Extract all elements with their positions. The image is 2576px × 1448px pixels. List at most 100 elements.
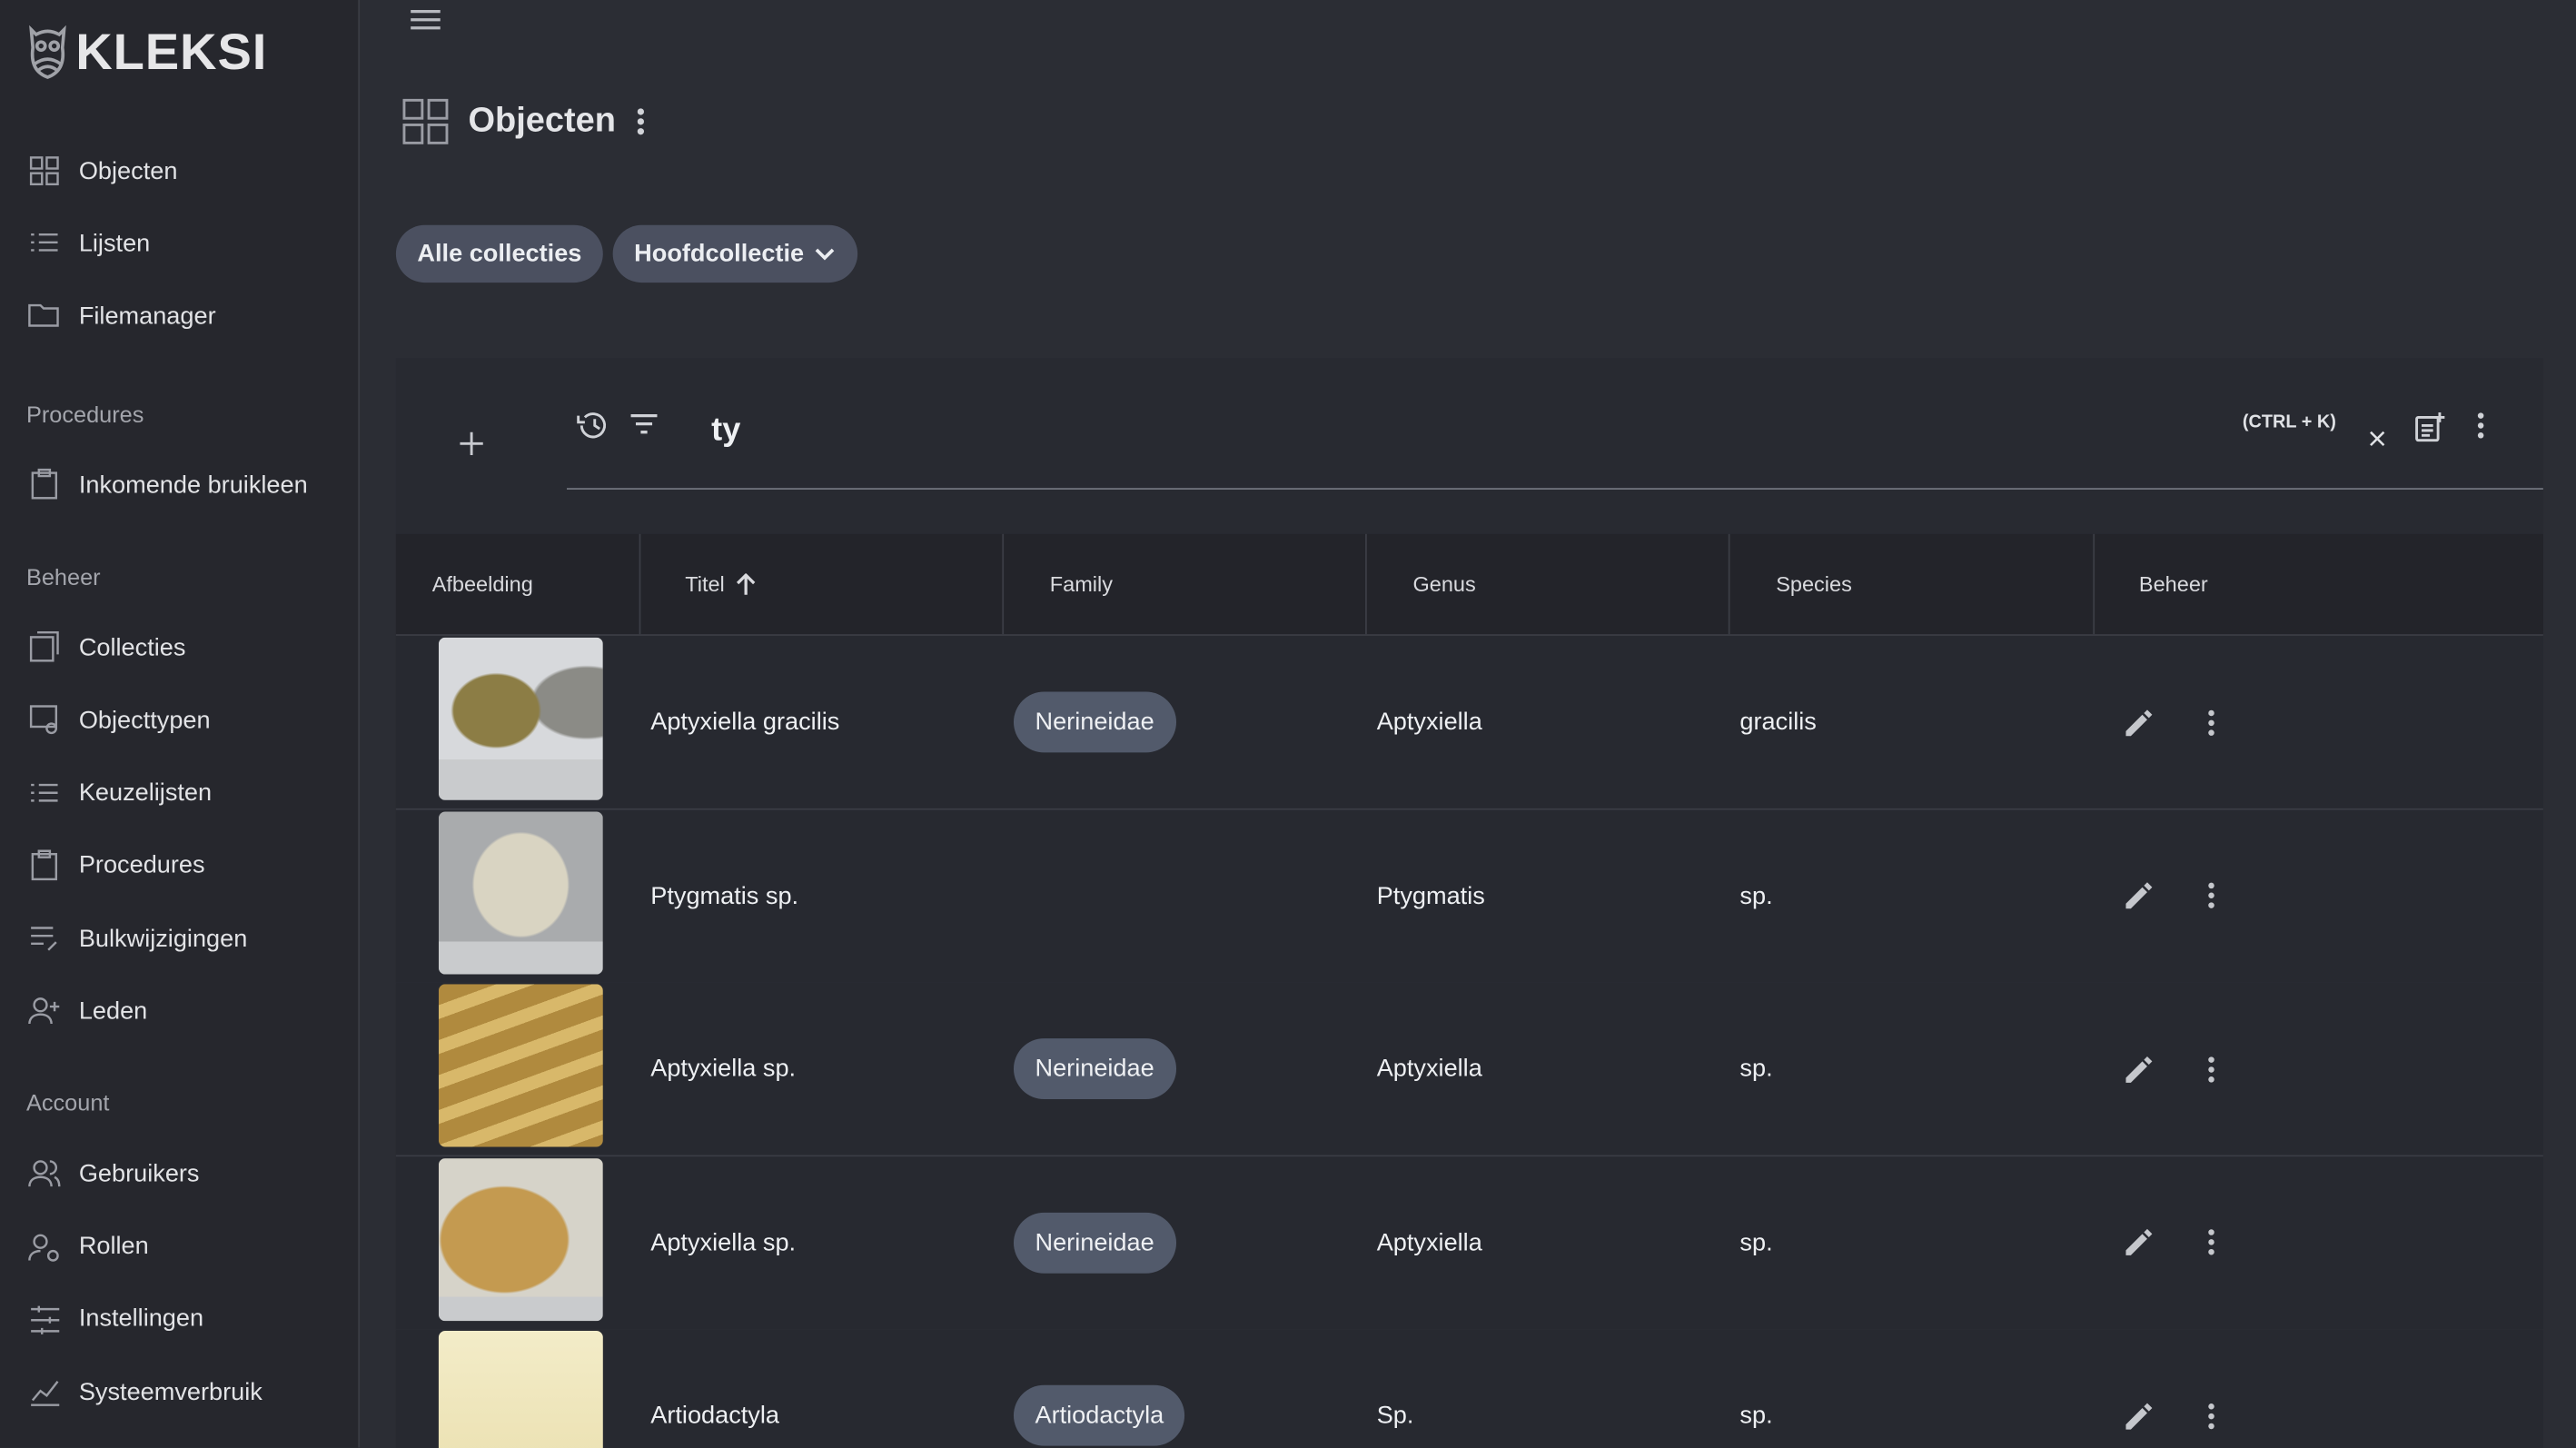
chevron-down-icon (816, 247, 835, 260)
more-options-icon (2208, 1056, 2214, 1082)
sidebar-item-bulkwijzigingen[interactable]: Bulkwijzigingen (26, 920, 247, 957)
logo-text: KLEKSI (75, 23, 268, 81)
column-header-manage: Beheer (2138, 571, 2208, 597)
family-cell: Nerineidae (1013, 983, 1176, 1155)
more-options-icon (2208, 1403, 2214, 1429)
title-cell[interactable]: Aptyxiella sp. (650, 1155, 796, 1328)
sidebar-item-filemanager[interactable]: Filemanager (26, 298, 216, 334)
pencil-icon (2125, 1402, 2153, 1429)
title-cell[interactable]: Aptyxiella sp. (650, 983, 796, 1155)
row-more-button[interactable] (2206, 983, 2216, 1155)
main-content: Objecten Alle collecties Hoofdcollectie … (360, 0, 2576, 1448)
sidebar: KLEKSI Objecten Lijsten Filemanager Procedu… (0, 0, 361, 1448)
table-row[interactable]: Aptyxiella sp. Nerineidae Aptyxiella sp. (395, 1155, 2543, 1331)
clipboard-icon (31, 849, 58, 880)
row-more-button[interactable] (2206, 636, 2216, 808)
genus-cell: Ptygmatis (1376, 881, 1485, 910)
sidebar-item-label: Rollen (78, 1232, 149, 1261)
object-thumbnail[interactable] (438, 1157, 603, 1321)
sidebar-item-systeemverbruik[interactable]: Systeemverbruik (26, 1374, 263, 1410)
more-options-icon[interactable] (636, 107, 646, 137)
sidebar-item-inkomende-bruikleen[interactable]: Inkomende bruikleen (26, 467, 308, 503)
genus-cell: Aptyxiella (1376, 1055, 1482, 1083)
clipboard-icon (31, 468, 58, 500)
sidebar-item-lijsten[interactable]: Lijsten (26, 225, 150, 262)
edit-button[interactable] (2123, 1155, 2155, 1328)
sidebar-item-label: Procedures (78, 851, 205, 880)
sidebar-item-objecten[interactable]: Objecten (26, 153, 177, 189)
object-thumbnail[interactable] (438, 810, 603, 974)
family-chip[interactable]: Nerineidae (1013, 1038, 1176, 1100)
filter-icon[interactable] (629, 412, 659, 435)
sidebar-item-label: Inkomende bruikleen (78, 471, 308, 499)
menu-icon[interactable] (409, 6, 441, 33)
sidebar-item-keuzelijsten[interactable]: Keuzelijsten (26, 775, 212, 811)
edit-button[interactable] (2123, 1329, 2155, 1448)
table-row[interactable]: Aptyxiella sp. Nerineidae Aptyxiella sp. (395, 982, 2543, 1157)
row-more-button[interactable] (2206, 809, 2216, 982)
bulk-edit-icon (31, 927, 57, 951)
family-chip[interactable]: Nerineidae (1013, 691, 1176, 753)
sidebar-item-label: Bulkwijzigingen (78, 924, 248, 953)
page-title: Objecten (468, 102, 617, 140)
table-row[interactable]: Aptyxiella gracilis Nerineidae Aptyxiell… (395, 635, 2543, 810)
sidebar-item-leden[interactable]: Leden (26, 993, 147, 1029)
edit-button[interactable] (2123, 809, 2155, 982)
objects-table-card: (CTRL + K) Afbeelding Titel Family Genus… (395, 358, 2543, 1448)
table-row[interactable]: Ptygmatis sp. Ptygmatis sp. (395, 808, 2543, 984)
edit-button[interactable] (2123, 983, 2155, 1155)
sidebar-item-procedures[interactable]: Procedures (26, 848, 205, 884)
list-icon (31, 233, 58, 253)
object-thumbnail[interactable] (438, 984, 603, 1147)
family-cell: Artiodactyla (1013, 1329, 1185, 1448)
collection-dropdown[interactable]: Hoofdcollectie (612, 224, 858, 283)
title-cell[interactable]: Aptyxiella gracilis (650, 636, 839, 808)
row-more-button[interactable] (2206, 1155, 2216, 1328)
search-shortcut-hint: (CTRL + K) (2242, 412, 2336, 432)
filter-all-collections[interactable]: Alle collecties (395, 224, 603, 283)
sidebar-item-instellingen[interactable]: Instellingen (26, 1301, 203, 1337)
sidebar-item-rollen[interactable]: Rollen (26, 1228, 149, 1265)
sidebar-item-label: Gebruikers (78, 1159, 200, 1188)
sidebar-item-label: Leden (78, 997, 148, 1026)
object-thumbnail[interactable] (438, 637, 603, 800)
pencil-icon (2125, 1056, 2153, 1083)
column-header-family[interactable]: Family (1004, 533, 1367, 635)
title-cell[interactable]: Artiodactyla (650, 1329, 779, 1448)
search-underline (567, 488, 2543, 490)
new-note-icon[interactable] (2413, 411, 2446, 443)
column-header-genus[interactable]: Genus (1367, 533, 1730, 635)
add-icon[interactable] (459, 431, 485, 457)
species-cell: sp. (1739, 881, 1773, 910)
logo[interactable]: KLEKSI (26, 23, 267, 82)
species-cell: sp. (1739, 1228, 1773, 1256)
sidebar-item-gebruikers[interactable]: Gebruikers (26, 1155, 200, 1192)
edit-button[interactable] (2123, 636, 2155, 808)
family-chip[interactable]: Nerineidae (1013, 1211, 1176, 1273)
genus-cell: Sp. (1376, 1401, 1414, 1430)
more-options-icon[interactable] (2476, 412, 2486, 439)
column-header-image[interactable]: Afbeelding (396, 533, 641, 635)
more-options-icon (2208, 1229, 2214, 1255)
sidebar-section-heading: Beheer (25, 563, 101, 590)
family-chip[interactable]: Artiodactyla (1013, 1384, 1185, 1446)
species-cell: sp. (1739, 1055, 1773, 1083)
genus-cell: Aptyxiella (1376, 1228, 1482, 1256)
sidebar-item-collecties[interactable]: Collecties (26, 630, 186, 666)
column-header-title[interactable]: Titel (640, 533, 1005, 635)
objecttype-icon (29, 706, 58, 735)
object-thumbnail[interactable] (438, 1331, 603, 1448)
family-cell: Nerineidae (1013, 1155, 1176, 1328)
row-more-button[interactable] (2206, 1329, 2216, 1448)
clear-search-icon[interactable] (2369, 431, 2385, 447)
sidebar-item-objecttypen[interactable]: Objecttypen (26, 702, 211, 739)
title-cell[interactable]: Ptygmatis sp. (650, 809, 798, 982)
history-icon[interactable] (577, 411, 609, 441)
user-gear-icon (28, 1233, 59, 1261)
pencil-icon (2125, 1228, 2153, 1255)
more-options-icon (2208, 709, 2214, 736)
table-row[interactable]: Artiodactyla Artiodactyla Sp. sp. (395, 1329, 2543, 1448)
grid-icon (402, 98, 449, 144)
column-header-species[interactable]: Species (1730, 533, 2095, 635)
search-input[interactable] (708, 403, 2194, 457)
